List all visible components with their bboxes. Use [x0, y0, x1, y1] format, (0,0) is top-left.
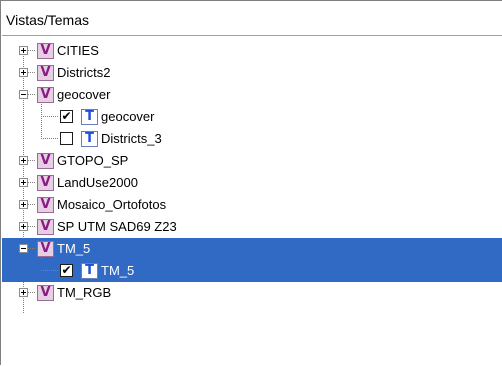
tree-connector [28, 94, 36, 95]
tree-connector [28, 182, 36, 183]
view-icon: V [37, 219, 54, 235]
theme-icon: T [81, 263, 98, 279]
tree-view-item[interactable]: V TM_RGB [2, 282, 502, 304]
view-label: geocover [57, 87, 111, 102]
expand-toggle-icon[interactable] [19, 288, 28, 297]
tree-view-item[interactable]: V SP UTM SAD69 Z23 [2, 216, 502, 238]
tree-connector [28, 72, 36, 73]
views-tree[interactable]: V CITIES V Districts2 Vgeocover ✔ Tgeocover T Di… [2, 37, 502, 366]
expand-toggle-icon[interactable] [19, 222, 28, 231]
panel-title: Vistas/Temas [6, 12, 89, 28]
tree-theme-item[interactable]: ✔ T TM_5 [2, 260, 502, 282]
tree-connector [28, 248, 36, 249]
view-label: TM_RGB [57, 285, 112, 300]
tree-theme-item[interactable]: ✔ Tgeocover [2, 106, 502, 128]
theme-icon: T [81, 131, 98, 147]
expand-toggle-icon[interactable] [19, 200, 28, 209]
views-themes-panel: Vistas/Temas V CITIES V Districts2 Vgeocover… [0, 0, 502, 365]
tree-connector [41, 270, 58, 271]
view-icon: V [37, 153, 54, 169]
view-label: TM_5 [57, 241, 91, 256]
tree-connector [28, 160, 36, 161]
theme-visibility-checkbox[interactable]: ✔ [60, 264, 73, 277]
view-icon: V [37, 87, 54, 103]
expand-toggle-icon[interactable] [19, 178, 28, 187]
tree-view-item[interactable]: V LandUse2000 [2, 172, 502, 194]
tree-view-item[interactable]: Vgeocover [2, 84, 502, 106]
tree-connector [41, 138, 58, 139]
view-icon: V [37, 241, 54, 257]
theme-label: Districts_3 [101, 131, 162, 146]
tree-connector [28, 50, 36, 51]
view-label: CITIES [57, 43, 99, 58]
view-label: SP UTM SAD69 Z23 [57, 219, 177, 234]
theme-visibility-checkbox[interactable] [60, 132, 73, 145]
view-label: Districts2 [57, 65, 111, 80]
view-label: LandUse2000 [57, 175, 138, 190]
expand-toggle-icon[interactable] [19, 68, 28, 77]
theme-label: geocover [101, 109, 155, 124]
tree-view-item[interactable]: V GTOPO_SP [2, 150, 502, 172]
tree-view-item[interactable]: V Mosaico_Ortofotos [2, 194, 502, 216]
view-label: Mosaico_Ortofotos [57, 197, 167, 212]
theme-visibility-checkbox[interactable]: ✔ [60, 110, 73, 123]
expand-toggle-icon[interactable] [19, 156, 28, 165]
tree-view-item[interactable]: V CITIES [2, 40, 502, 62]
tree-view-item[interactable]: V TM_5 [2, 238, 502, 260]
view-icon: V [37, 175, 54, 191]
tree-view-item[interactable]: V Districts2 [2, 62, 502, 84]
tree-connector [41, 116, 58, 117]
tree-theme-item[interactable]: T Districts_3 [2, 128, 502, 150]
tree-connector [28, 292, 36, 293]
view-icon: V [37, 65, 54, 81]
panel-header[interactable]: Vistas/Temas [2, 2, 502, 36]
view-label: GTOPO_SP [57, 153, 129, 168]
view-icon: V [37, 43, 54, 59]
collapse-toggle-icon[interactable] [19, 90, 28, 99]
theme-label: TM_5 [101, 263, 135, 278]
view-icon: V [37, 197, 54, 213]
tree-connector [28, 204, 36, 205]
collapse-toggle-icon[interactable] [19, 244, 28, 253]
expand-toggle-icon[interactable] [19, 46, 28, 55]
theme-icon: T [81, 109, 98, 125]
tree-connector [28, 226, 36, 227]
view-icon: V [37, 285, 54, 301]
